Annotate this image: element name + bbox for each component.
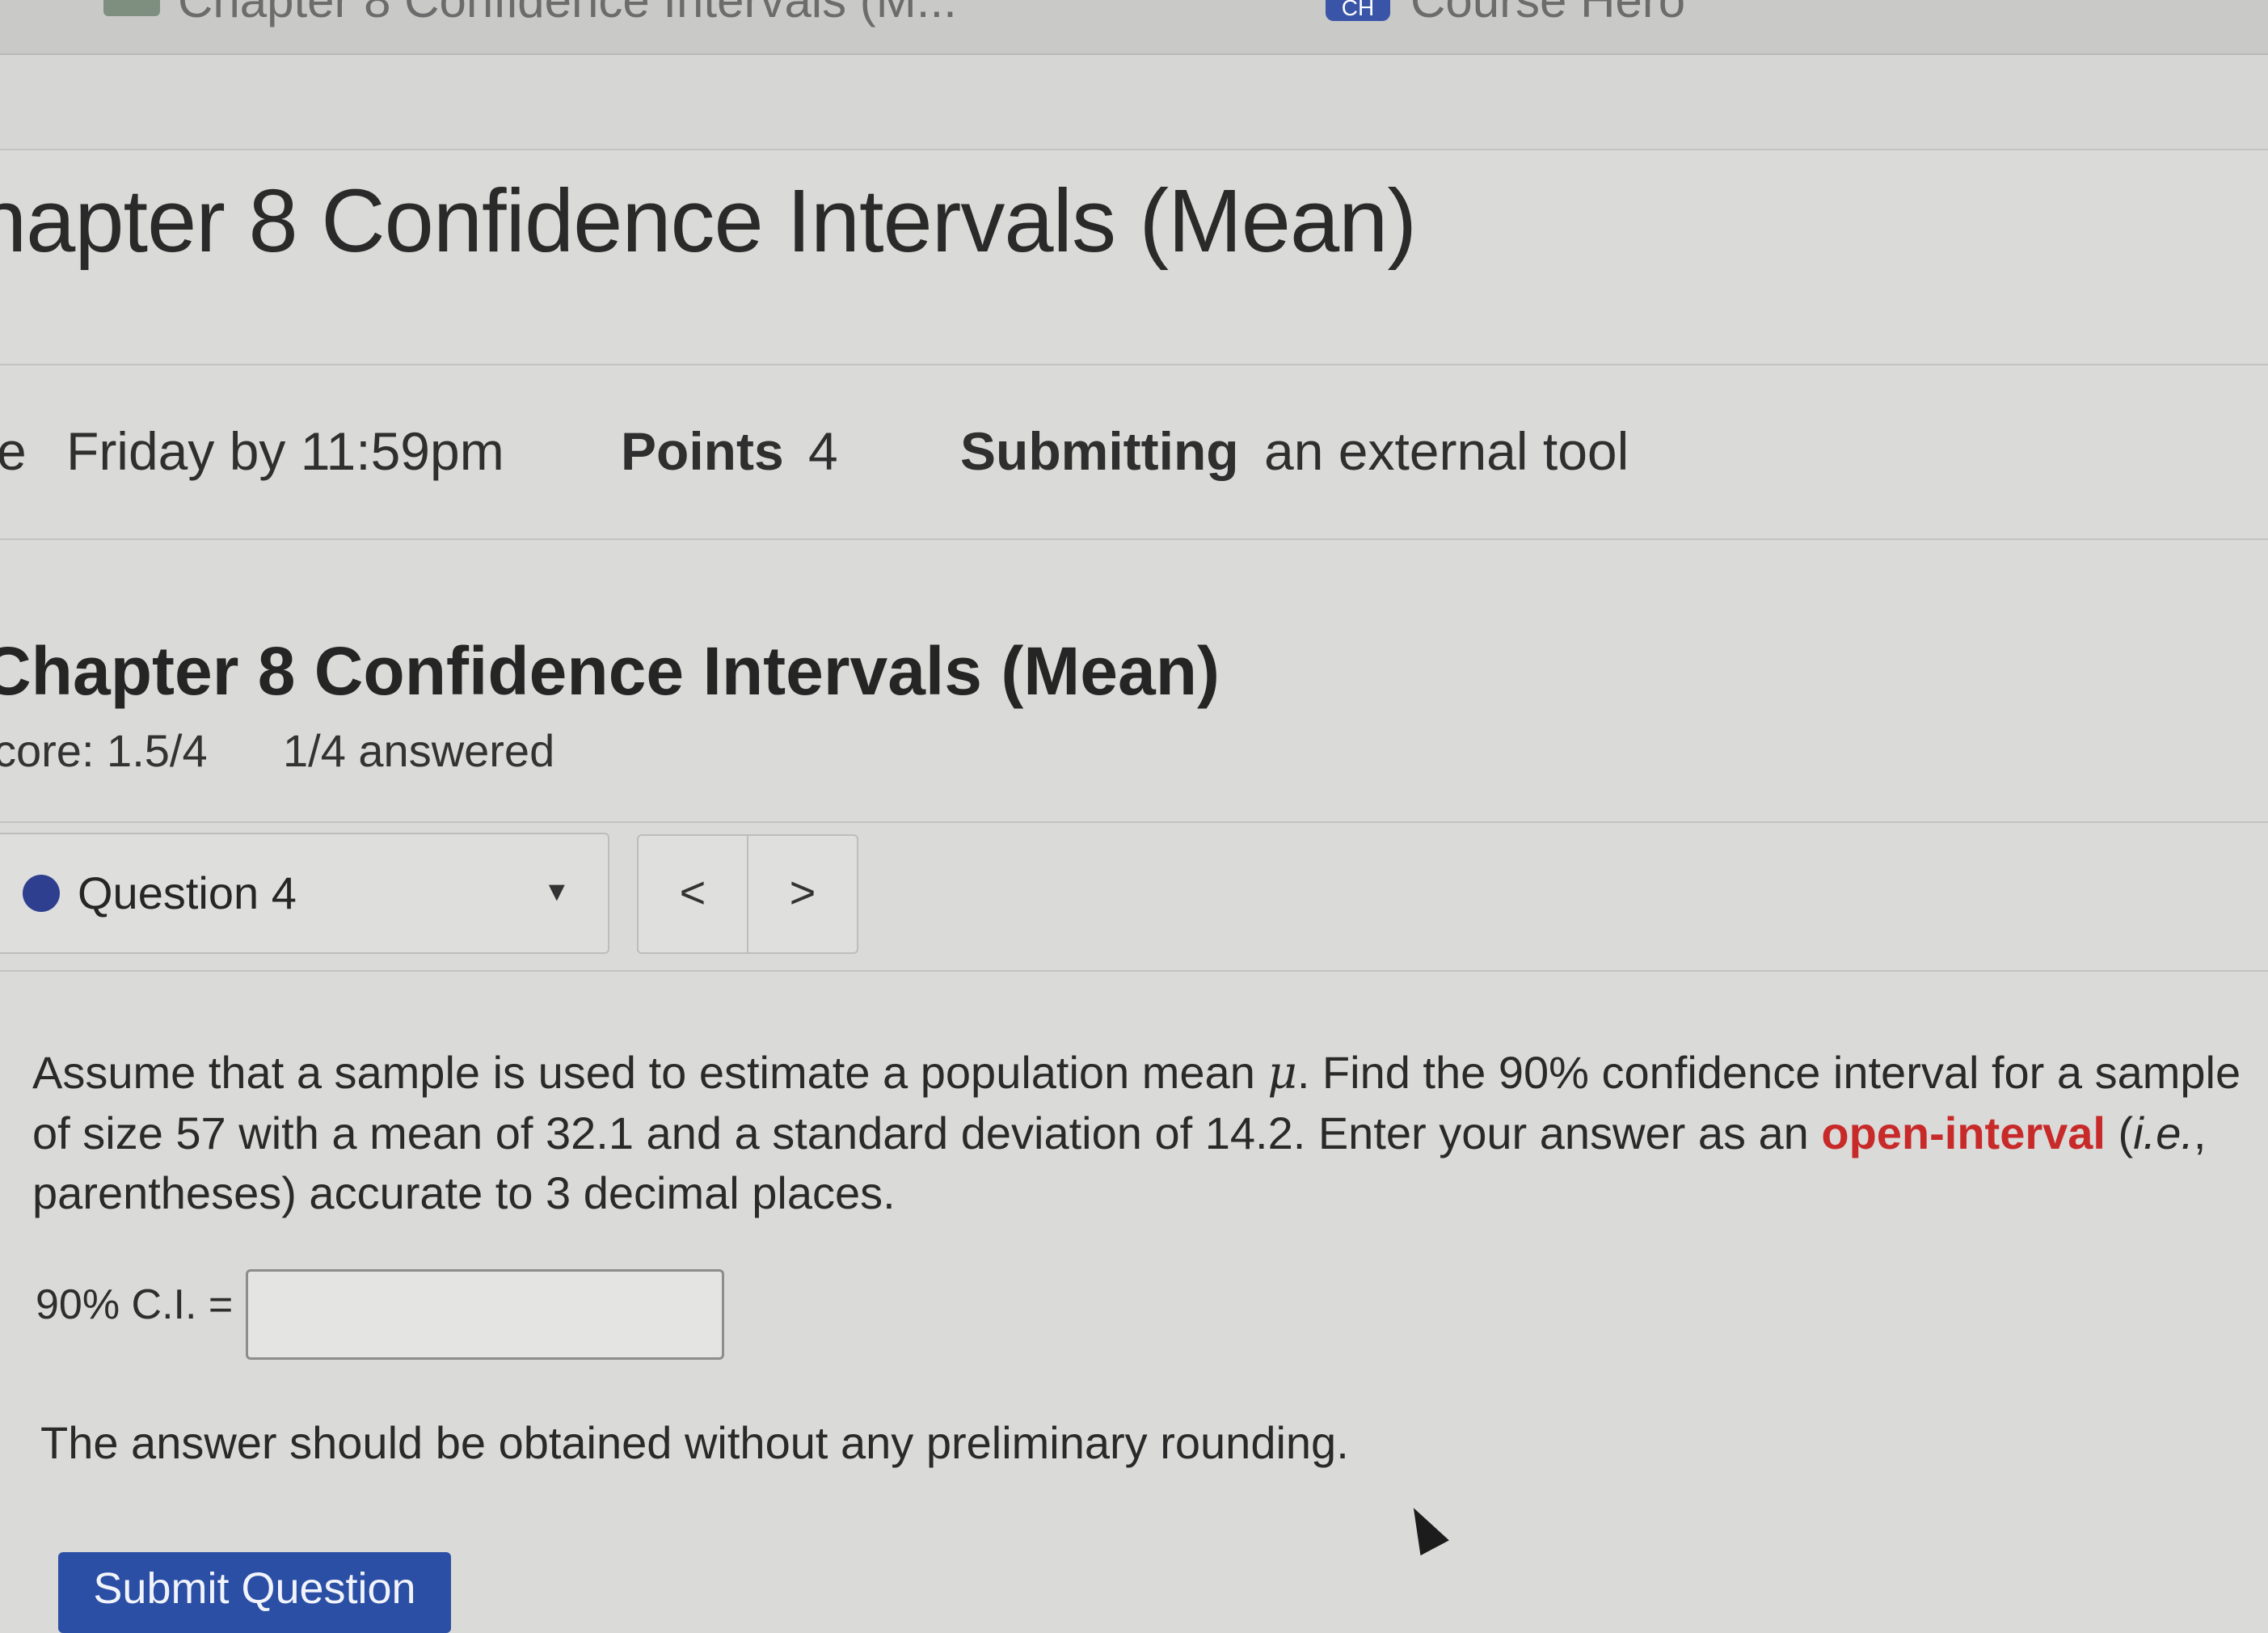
page-title: hapter 8 Confidence Intervals (Mean) xyxy=(0,171,1417,271)
due-value: Friday by 11:59pm xyxy=(66,421,504,481)
open-interval-link[interactable]: open-interval xyxy=(1821,1108,2106,1158)
mouse-cursor-icon xyxy=(1399,1500,1449,1556)
quiz-title: Chapter 8 Confidence Intervals (Mean) xyxy=(0,633,1220,709)
question-line-3: parentheses) accurate to 3 decimal place… xyxy=(32,1167,896,1218)
caret-down-icon: ▼ xyxy=(543,876,571,907)
question-text-part: ( xyxy=(2106,1108,2134,1158)
due-label: e xyxy=(0,421,27,481)
question-text-part: of size 57 with a mean of 32.1 and a sta… xyxy=(32,1108,1822,1158)
ie-text: i.e. xyxy=(2133,1108,2194,1158)
question-line-1: Assume that a sample is used to estimate… xyxy=(32,1043,2268,1103)
question-line-2: of size 57 with a mean of 32.1 and a sta… xyxy=(32,1103,2268,1163)
score-value: core: 1.5/4 xyxy=(0,725,208,776)
question-select[interactable]: Question 4 ▼ xyxy=(0,833,609,954)
divider xyxy=(0,821,2268,823)
ci-answer-input[interactable] xyxy=(246,1269,724,1360)
divider xyxy=(0,538,2268,540)
course-hero-icon: CH xyxy=(1326,0,1390,21)
divider xyxy=(0,970,2268,972)
browser-tab-title[interactable]: Chapter 8 Confidence Intervals (M... xyxy=(178,0,957,28)
next-question-button[interactable]: > xyxy=(747,834,858,954)
question-text-part: Assume that a sample is used to estimate… xyxy=(32,1047,1268,1098)
submit-question-button[interactable]: Submit Question xyxy=(58,1552,451,1633)
question-text-part: , xyxy=(2193,1108,2207,1158)
browser-tab-bar: Chapter 8 Confidence Intervals (M... CH … xyxy=(0,0,2268,55)
divider xyxy=(0,364,2268,365)
browser-tab-title-right[interactable]: Course Hero xyxy=(1410,0,1685,28)
mu-symbol: μ xyxy=(1267,1047,1297,1099)
question-status-dot xyxy=(23,875,60,912)
question-select-label: Question 4 xyxy=(78,867,297,918)
rounding-note: The answer should be obtained without an… xyxy=(40,1417,1349,1468)
submitting-label: Submitting xyxy=(960,421,1239,481)
ci-label: 90% C.I. = xyxy=(36,1281,234,1328)
previous-question-button[interactable]: < xyxy=(637,834,748,954)
points-label: Points xyxy=(621,421,784,481)
points-value: 4 xyxy=(808,421,838,481)
answered-count: 1/4 answered xyxy=(283,725,555,776)
question-text: Assume that a sample is used to estimate… xyxy=(32,1043,2268,1223)
question-text-part: . Find the 90% confidence interval for a… xyxy=(1296,1047,2241,1098)
divider xyxy=(0,149,2268,150)
header-band xyxy=(0,55,2268,149)
tab-favicon-icon xyxy=(103,0,160,16)
submitting-value: an external tool xyxy=(1264,421,1629,481)
